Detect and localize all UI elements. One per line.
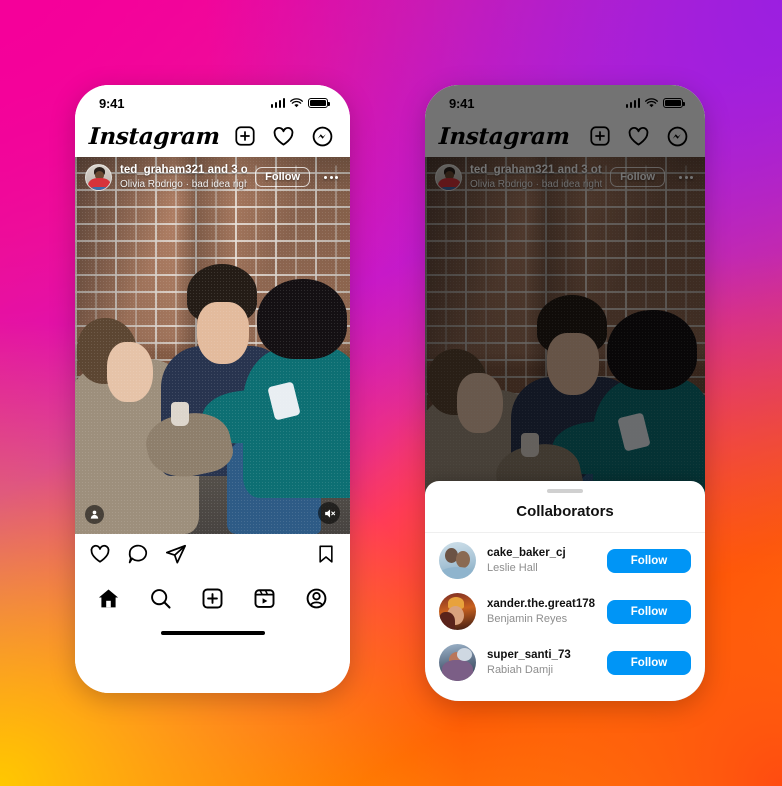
post-author-info: ted_graham321 and 3 others Olivia Rodrig… [120,163,247,190]
heart-icon[interactable] [272,125,295,148]
collaborator-username[interactable]: super_santi_73 [487,648,596,663]
list-item[interactable]: super_santi_73 Rabiah Damji Follow [425,637,705,688]
status-bar-icons [270,97,330,109]
sheet-title: Collaborators [425,493,705,533]
bottom-tab-bar [75,574,350,622]
app-header-actions [234,125,334,148]
post-follow-button[interactable]: Follow [255,167,310,187]
collaborator-avatar[interactable] [439,593,476,630]
battery-full-icon [308,98,330,108]
follow-button[interactable]: Follow [607,650,691,675]
collaborator-info: xander.the.great178 Benjamin Reyes [487,597,596,627]
feed-post: ted_graham321 and 3 others Olivia Rodrig… [75,157,350,644]
drag-handle[interactable] [425,481,705,493]
collaborator-avatar[interactable] [439,644,476,681]
person-tag-icon[interactable] [85,505,104,524]
comment-button[interactable] [127,543,149,565]
new-post-icon[interactable] [234,125,256,147]
post-audio-track[interactable]: Olivia Rodrigo · bad idea right? [120,178,247,191]
save-button[interactable] [316,543,336,565]
collaborators-sheet: Collaborators cake_baker_cj Leslie Hall … [425,481,705,701]
app-header: Instagram [75,115,350,157]
messenger-icon[interactable] [311,125,334,148]
post-author-avatar[interactable] [85,163,112,191]
tab-search[interactable] [149,587,172,610]
post-image[interactable]: ted_graham321 and 3 others Olivia Rodrig… [75,157,350,534]
tab-reels[interactable] [253,587,276,610]
instagram-logo: Instagram [88,122,221,150]
audio-muted-icon[interactable] [318,502,340,524]
list-item[interactable]: cake_baker_cj Leslie Hall Follow [425,535,705,586]
post-header: ted_graham321 and 3 others Olivia Rodrig… [75,157,350,197]
tab-create[interactable] [201,587,224,610]
status-bar-clock: 9:41 [99,95,125,111]
collaborator-list: cake_baker_cj Leslie Hall Follow xander.… [425,533,705,690]
person-right-hair [257,279,347,359]
collaborators-sheet-screen: 9:41 Instagram [425,85,705,701]
post-author-name[interactable]: ted_graham321 and 3 others [120,163,247,177]
collaborator-username[interactable]: cake_baker_cj [487,546,596,561]
follow-button[interactable]: Follow [607,548,691,573]
status-bar: 9:41 [75,85,350,115]
home-indicator [75,622,350,644]
tab-home[interactable] [97,587,120,610]
collaborator-username[interactable]: xander.the.great178 [487,597,596,612]
post-more-options-icon[interactable] [318,175,340,179]
collaborator-fullname: Rabiah Damji [487,663,554,676]
phone-mockup-left: 9:41 Instagram ted_graham321 and 3 o Oli… [75,85,350,693]
wifi-icon [290,97,303,107]
cellular-signal-icon [270,98,285,108]
share-button[interactable] [165,543,187,565]
collaborator-fullname: Benjamin Reyes [487,612,568,625]
collaborator-fullname: Leslie Hall [487,561,538,574]
list-item[interactable]: xander.the.great178 Benjamin Reyes Follo… [425,586,705,637]
instagram-feed-screen: 9:41 Instagram ted_graham321 and 3 o Oli… [75,85,350,693]
cup-object [171,402,189,426]
like-button[interactable] [89,543,111,565]
post-action-bar [75,534,350,574]
collaborator-avatar[interactable] [439,542,476,579]
follow-button[interactable]: Follow [607,599,691,624]
tab-profile[interactable] [305,587,328,610]
collaborator-info: super_santi_73 Rabiah Damji [487,648,596,678]
phone-mockup-right: 9:41 Instagram [425,85,705,701]
person-middle-face [197,302,249,364]
person-left-face [107,342,153,402]
collaborator-info: cake_baker_cj Leslie Hall [487,546,596,576]
